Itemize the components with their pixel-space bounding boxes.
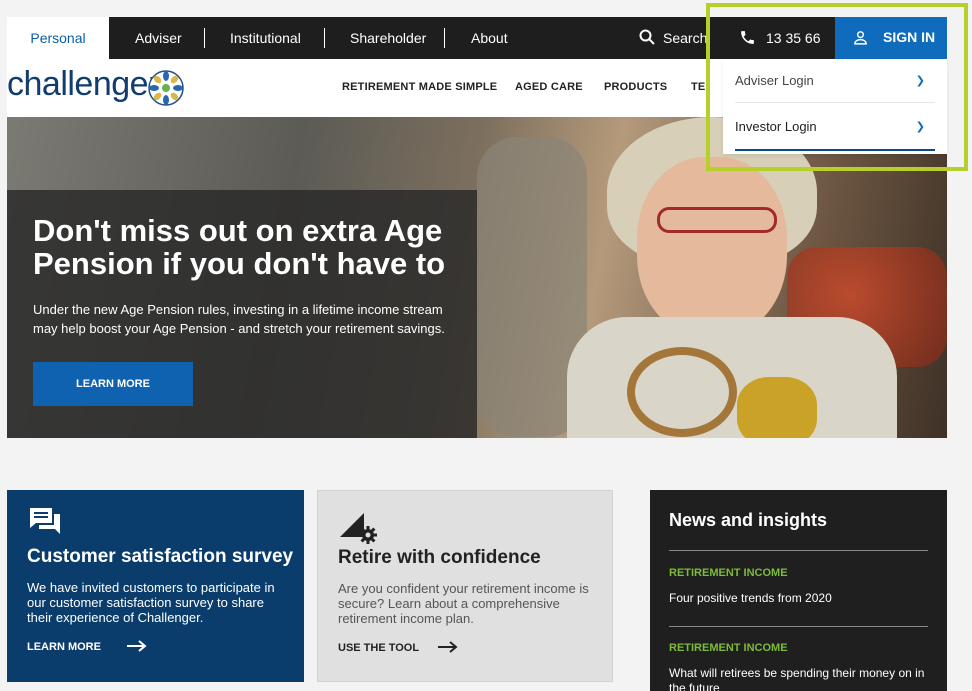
- sign-in-dropdown: Adviser Login ❯ Investor Login ❯: [723, 59, 947, 154]
- nav-products[interactable]: PRODUCTS: [604, 59, 667, 117]
- arrow-right-icon: [127, 640, 147, 652]
- tab-divider: [444, 28, 445, 48]
- tab-adviser[interactable]: Adviser: [135, 17, 182, 59]
- investor-login-link[interactable]: Investor Login ❯: [735, 105, 935, 149]
- hero-banner: Don't miss out on extra Age Pension if y…: [7, 117, 947, 438]
- hero-subtitle: Under the new Age Pension rules, investi…: [33, 302, 445, 336]
- card-use-tool-link[interactable]: USE THE TOOL: [338, 642, 419, 654]
- search-label: Search: [663, 30, 708, 46]
- active-item-underline: [735, 149, 935, 151]
- challenger-logo-text[interactable]: challenger: [7, 65, 159, 104]
- card-body: Are you confident your retirement income…: [338, 581, 589, 626]
- news-category[interactable]: RETIREMENT INCOME: [669, 642, 788, 654]
- search-button[interactable]: Search: [639, 17, 707, 59]
- arrow-right-icon: [438, 641, 458, 653]
- chevron-right-icon: ❯: [915, 75, 925, 87]
- chat-bubbles-icon: [30, 508, 60, 534]
- card-body: We have invited customers to participate…: [27, 580, 275, 625]
- news-headline[interactable]: Four positive trends from 2020: [669, 591, 934, 606]
- news-divider: [669, 550, 928, 551]
- tab-shareholder[interactable]: Shareholder: [350, 17, 426, 59]
- customer-survey-card[interactable]: Customer satisfaction survey We have inv…: [7, 490, 304, 682]
- investor-login-label: Investor Login: [735, 119, 817, 134]
- phone-icon: [741, 31, 754, 44]
- tab-institutional[interactable]: Institutional: [230, 17, 301, 59]
- nav-aged-care[interactable]: AGED CARE: [515, 59, 583, 117]
- hero-pineapple: [737, 377, 817, 438]
- news-category[interactable]: RETIREMENT INCOME: [669, 567, 788, 579]
- top-utility-bar: Personal Adviser Institutional Sharehold…: [7, 17, 947, 59]
- card-title: Customer satisfaction survey: [27, 546, 294, 567]
- phone-number: 13 35 66: [766, 30, 821, 46]
- adviser-login-label: Adviser Login: [735, 73, 814, 88]
- hero-basket: [627, 347, 737, 437]
- news-insights-panel: News and insights RETIREMENT INCOME Four…: [650, 490, 947, 691]
- card-learn-more-link[interactable]: LEARN MORE: [27, 641, 101, 653]
- sign-in-button[interactable]: SIGN IN: [835, 17, 947, 59]
- tab-divider: [324, 28, 325, 48]
- adviser-login-link[interactable]: Adviser Login ❯: [735, 59, 935, 103]
- tab-about[interactable]: About: [471, 17, 508, 59]
- news-title: News and insights: [669, 510, 828, 530]
- tab-personal[interactable]: Personal: [7, 17, 109, 59]
- challenger-logo-icon[interactable]: [147, 69, 185, 107]
- tab-divider: [204, 28, 205, 48]
- retire-confidence-card[interactable]: Retire with confidence Are you confident…: [317, 490, 613, 682]
- chevron-right-icon: ❯: [915, 121, 925, 133]
- hero-text-panel: Don't miss out on extra Age Pension if y…: [7, 190, 477, 438]
- hero-learn-more-button[interactable]: LEARN MORE: [33, 362, 193, 406]
- user-icon: [854, 31, 867, 45]
- phone-link[interactable]: 13 35 66: [725, 17, 835, 59]
- news-divider: [669, 626, 928, 627]
- card-title: Retire with confidence: [338, 547, 541, 568]
- hero-person-face: [637, 157, 787, 337]
- nav-retirement-made-simple[interactable]: RETIREMENT MADE SIMPLE: [342, 59, 497, 117]
- search-icon: [639, 29, 655, 45]
- nav-truncated-item[interactable]: TE: [691, 59, 705, 117]
- hero-glasses: [657, 207, 777, 233]
- chart-gear-icon: [340, 513, 377, 544]
- sign-in-label: SIGN IN: [883, 29, 936, 45]
- hero-title: Don't miss out on extra Age Pension if y…: [33, 213, 446, 281]
- news-headline[interactable]: What will retirees be spending their mon…: [669, 666, 934, 691]
